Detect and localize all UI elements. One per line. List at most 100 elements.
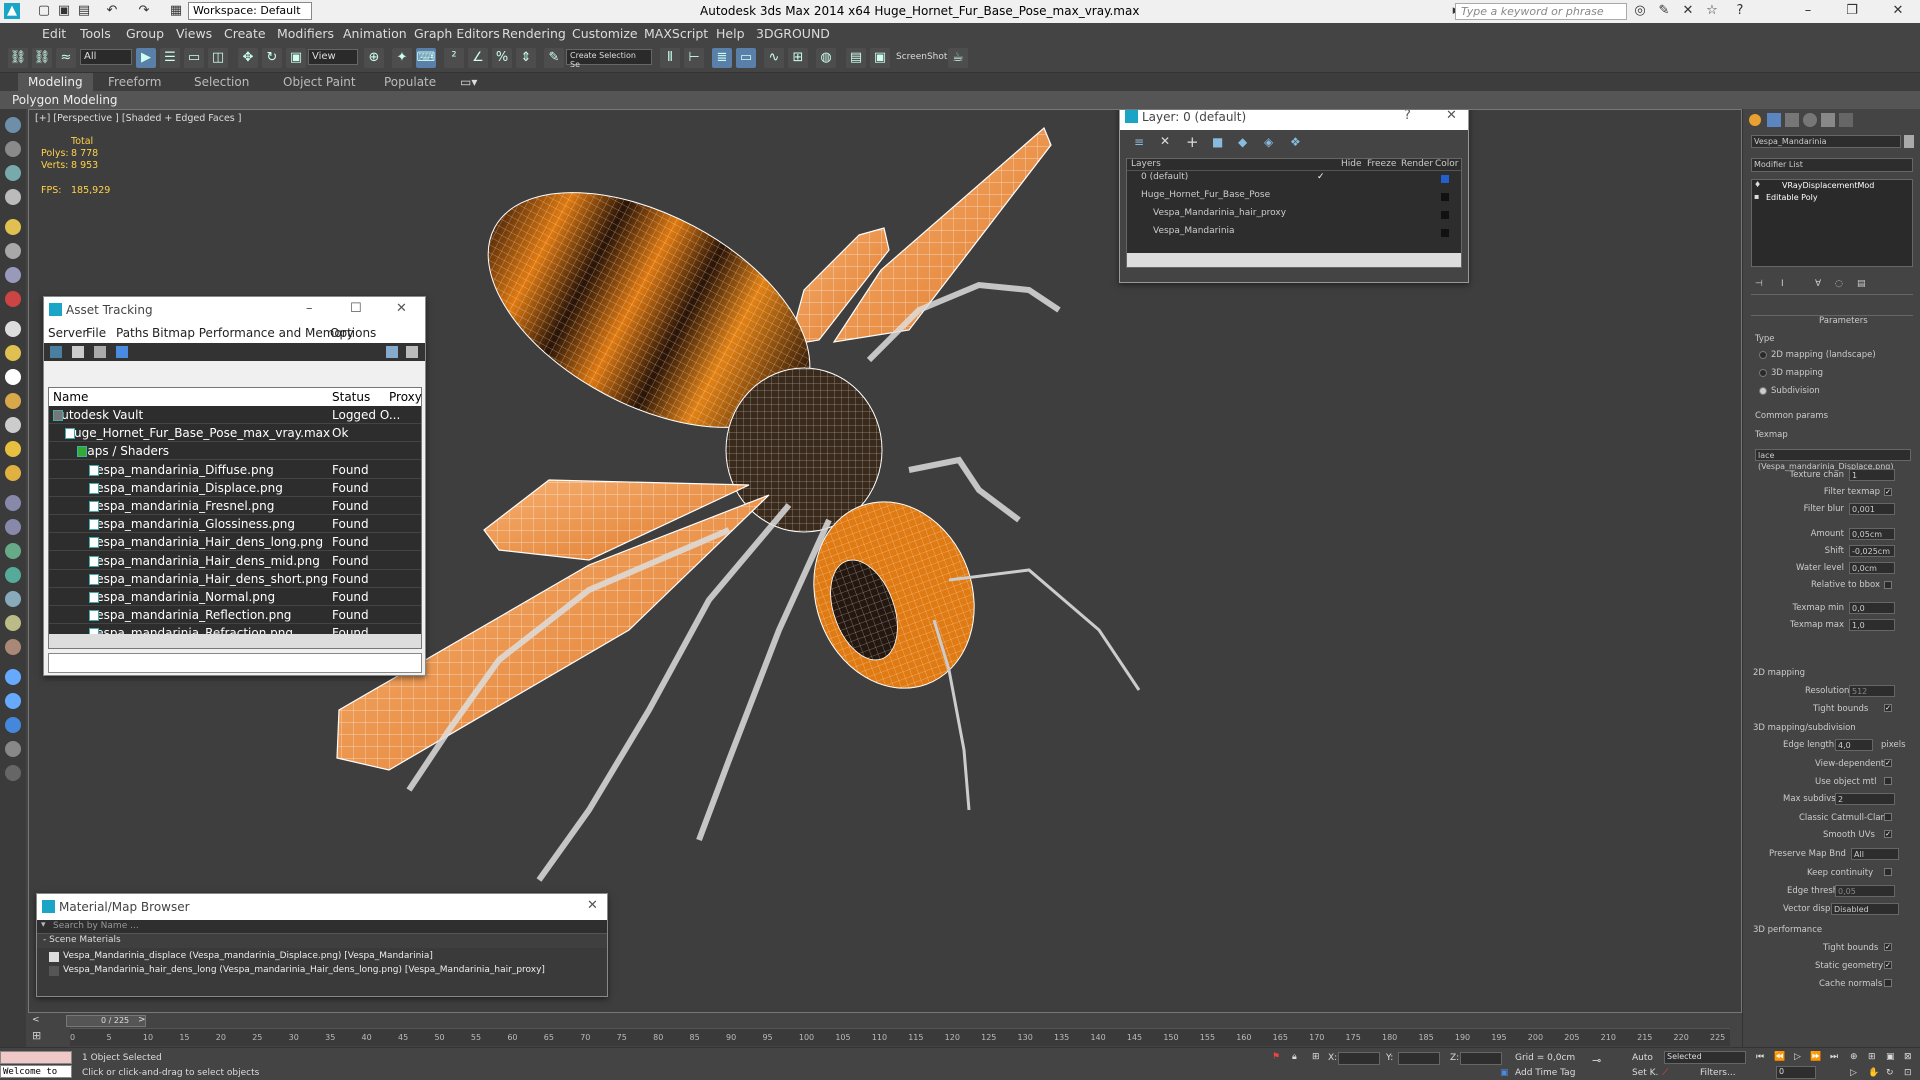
radio-subdivision[interactable] [1759, 387, 1767, 395]
x-coord-field[interactable] [1338, 1052, 1380, 1065]
unlink-icon[interactable]: ⛓ [32, 48, 52, 68]
time-tag-icon[interactable]: ▣ [1500, 1068, 1509, 1078]
angle-snap-icon[interactable]: ∠ [468, 48, 488, 68]
layer-color-swatch[interactable] [1441, 211, 1449, 219]
keep-continuity-checkbox[interactable] [1884, 868, 1892, 876]
pivot-center-icon[interactable]: ⊕ [364, 48, 384, 68]
remove-modifier-icon[interactable]: ◌ [1835, 279, 1843, 289]
sphere-primitive-icon[interactable] [5, 345, 21, 361]
close-icon[interactable]: ✕ [1890, 3, 1906, 19]
menu-3dground[interactable]: 3DGROUND [756, 26, 830, 41]
link-icon[interactable]: ⛓ [8, 48, 28, 68]
spinner-snap-icon[interactable]: ⇕ [516, 48, 536, 68]
tab-freeform[interactable]: Freeform [108, 75, 161, 89]
select-layer-icon[interactable]: ■ [1212, 135, 1223, 149]
current-frame-field[interactable]: 0 [1776, 1066, 1816, 1079]
highlight-layer-icon[interactable]: ◆ [1238, 135, 1247, 149]
modify-tab-icon[interactable] [1767, 113, 1781, 127]
menu-views[interactable]: Views [176, 26, 212, 41]
vector-displ-dropdown[interactable]: Disabled [1831, 903, 1899, 915]
make-unique-icon[interactable]: ∀ [1815, 279, 1821, 289]
refresh-icon[interactable] [50, 346, 62, 358]
modifier-g-icon[interactable] [5, 639, 21, 655]
reference-coord-dropdown[interactable]: View [308, 49, 358, 65]
view-pan-icon[interactable] [5, 693, 21, 709]
material-editor-icon[interactable]: ◍ [816, 48, 836, 68]
hierarchy-tab-icon[interactable] [1785, 113, 1799, 127]
help-icon[interactable]: ? [1732, 3, 1748, 19]
cone-primitive-icon[interactable] [5, 417, 21, 433]
isolate-icon[interactable]: ⚑ [1272, 1052, 1280, 1062]
stack-item[interactable]: ▪ Editable Poly [1752, 192, 1912, 204]
radio-2d-mapping[interactable] [1759, 351, 1767, 359]
open-file-icon[interactable]: ▣ [56, 3, 72, 19]
frame-ruler[interactable]: 0 5 10 15 20 25 30 35 40 45 50 55 60 65 70 75 80 85 90 95 10… [70, 1028, 1730, 1046]
create-light-icon[interactable] [5, 165, 21, 181]
param-field[interactable]: 1 [1849, 469, 1895, 481]
maxscript-listener-pink[interactable] [0, 1051, 72, 1064]
menu-options[interactable]: Options [330, 326, 376, 340]
keyboard-shortcut-icon[interactable]: ⌨ [416, 48, 436, 68]
abs-mode-icon[interactable]: ⊞ [1312, 1052, 1320, 1062]
utilities-tab-icon[interactable] [1839, 113, 1853, 127]
table-row[interactable]: Maps / Shaders [49, 442, 421, 461]
paint-icon[interactable] [5, 291, 21, 307]
goto-end-icon[interactable]: ⏭ [1830, 1052, 1838, 1062]
play-icon[interactable]: ▷ [1794, 1052, 1801, 1062]
motion-tab-icon[interactable] [1803, 113, 1817, 127]
table-row[interactable]: Vespa_mandarinia_Glossiness.png Found [49, 515, 421, 534]
layer-manager-icon[interactable]: ≣ [712, 48, 732, 68]
create-shape-icon[interactable] [5, 141, 21, 157]
layer-color-swatch[interactable] [1441, 229, 1449, 237]
layer-hscrollbar[interactable] [1127, 253, 1461, 267]
new-layer-icon[interactable]: ≡ [1134, 135, 1144, 149]
create-camera-icon[interactable] [5, 189, 21, 205]
view-zoom-icon[interactable] [5, 717, 21, 733]
project-folder-icon[interactable]: ▦ [168, 3, 184, 19]
key-filters-button[interactable]: Filters... [1700, 1068, 1736, 1078]
menu-tools[interactable]: Tools [80, 26, 111, 41]
save-icon[interactable]: ▤ [76, 3, 92, 19]
table-row[interactable]: Autodesk Vault Logged O... [49, 406, 421, 424]
layer-color-swatch[interactable] [1441, 193, 1449, 201]
col-status[interactable]: Status [332, 390, 370, 404]
table-view-icon[interactable] [116, 346, 128, 358]
subscription-icon[interactable]: ✎ [1656, 3, 1672, 19]
workspace-dropdown[interactable]: Workspace: Default [188, 2, 312, 20]
edge-length-field[interactable]: 4,0 [1835, 739, 1873, 751]
maximize-viewport-icon[interactable]: ⊡ [1904, 1068, 1912, 1078]
col-render[interactable]: Render [1401, 159, 1433, 169]
col-layers[interactable]: Layers [1131, 159, 1161, 169]
set-key-icon[interactable]: ⟋ [1662, 1068, 1668, 1078]
stack-item[interactable]: ♦ VRayDisplacementMod [1752, 180, 1912, 192]
param-field[interactable]: 1,0 [1849, 619, 1895, 631]
view-fov-icon[interactable] [5, 741, 21, 757]
modifier-e-icon[interactable] [5, 591, 21, 607]
edge-thresh-field[interactable]: 0,05 [1835, 885, 1895, 897]
communication-icon[interactable]: ✕ [1680, 3, 1696, 19]
table-row[interactable]: Vespa_mandarinia_Fresnel.png Found [49, 497, 421, 515]
menu-bitmap-performance[interactable]: Bitmap Performance and Memory [152, 326, 354, 340]
teapot-render-icon[interactable]: ☕ [948, 48, 968, 68]
tree-view-icon[interactable] [94, 346, 106, 358]
orbit-icon[interactable]: ↻ [1886, 1068, 1894, 1078]
mirror-icon[interactable]: ⫴ [660, 48, 680, 68]
param-checkbox[interactable] [1884, 581, 1892, 589]
graphite-toggle-icon[interactable]: ▭ [736, 48, 756, 68]
layer-help-icon[interactable]: ? [1404, 110, 1411, 123]
new-file-icon[interactable]: ▢ [36, 3, 52, 19]
modifier-d-icon[interactable] [5, 567, 21, 583]
layer-explorer-panel[interactable]: Layer: 0 (default) ? ✕ ≡ ✕ + ■ ◆ ◈ ❖ Lay… [1119, 110, 1469, 283]
layer-row[interactable]: Huge_Hornet_Fur_Base_Pose [1127, 190, 1467, 208]
menu-edit[interactable]: Edit [42, 26, 66, 41]
resolution-field[interactable]: 512 [1849, 685, 1895, 697]
selection-filter-dropdown[interactable]: All [80, 49, 132, 65]
smooth-uvs-checkbox[interactable]: ✓ [1884, 830, 1892, 838]
modifier-a-icon[interactable] [5, 495, 21, 511]
prev-frame-icon[interactable]: ⏪ [1774, 1052, 1785, 1062]
tab-selection[interactable]: Selection [194, 75, 249, 89]
tight-bounds-checkbox[interactable]: ✓ [1884, 704, 1892, 712]
curve-editor-icon[interactable]: ∿ [764, 48, 784, 68]
table-row[interactable]: Vespa_mandarinia_Hair_dens_short.png Foun… [49, 570, 421, 588]
col-hide[interactable]: Hide [1341, 159, 1362, 169]
